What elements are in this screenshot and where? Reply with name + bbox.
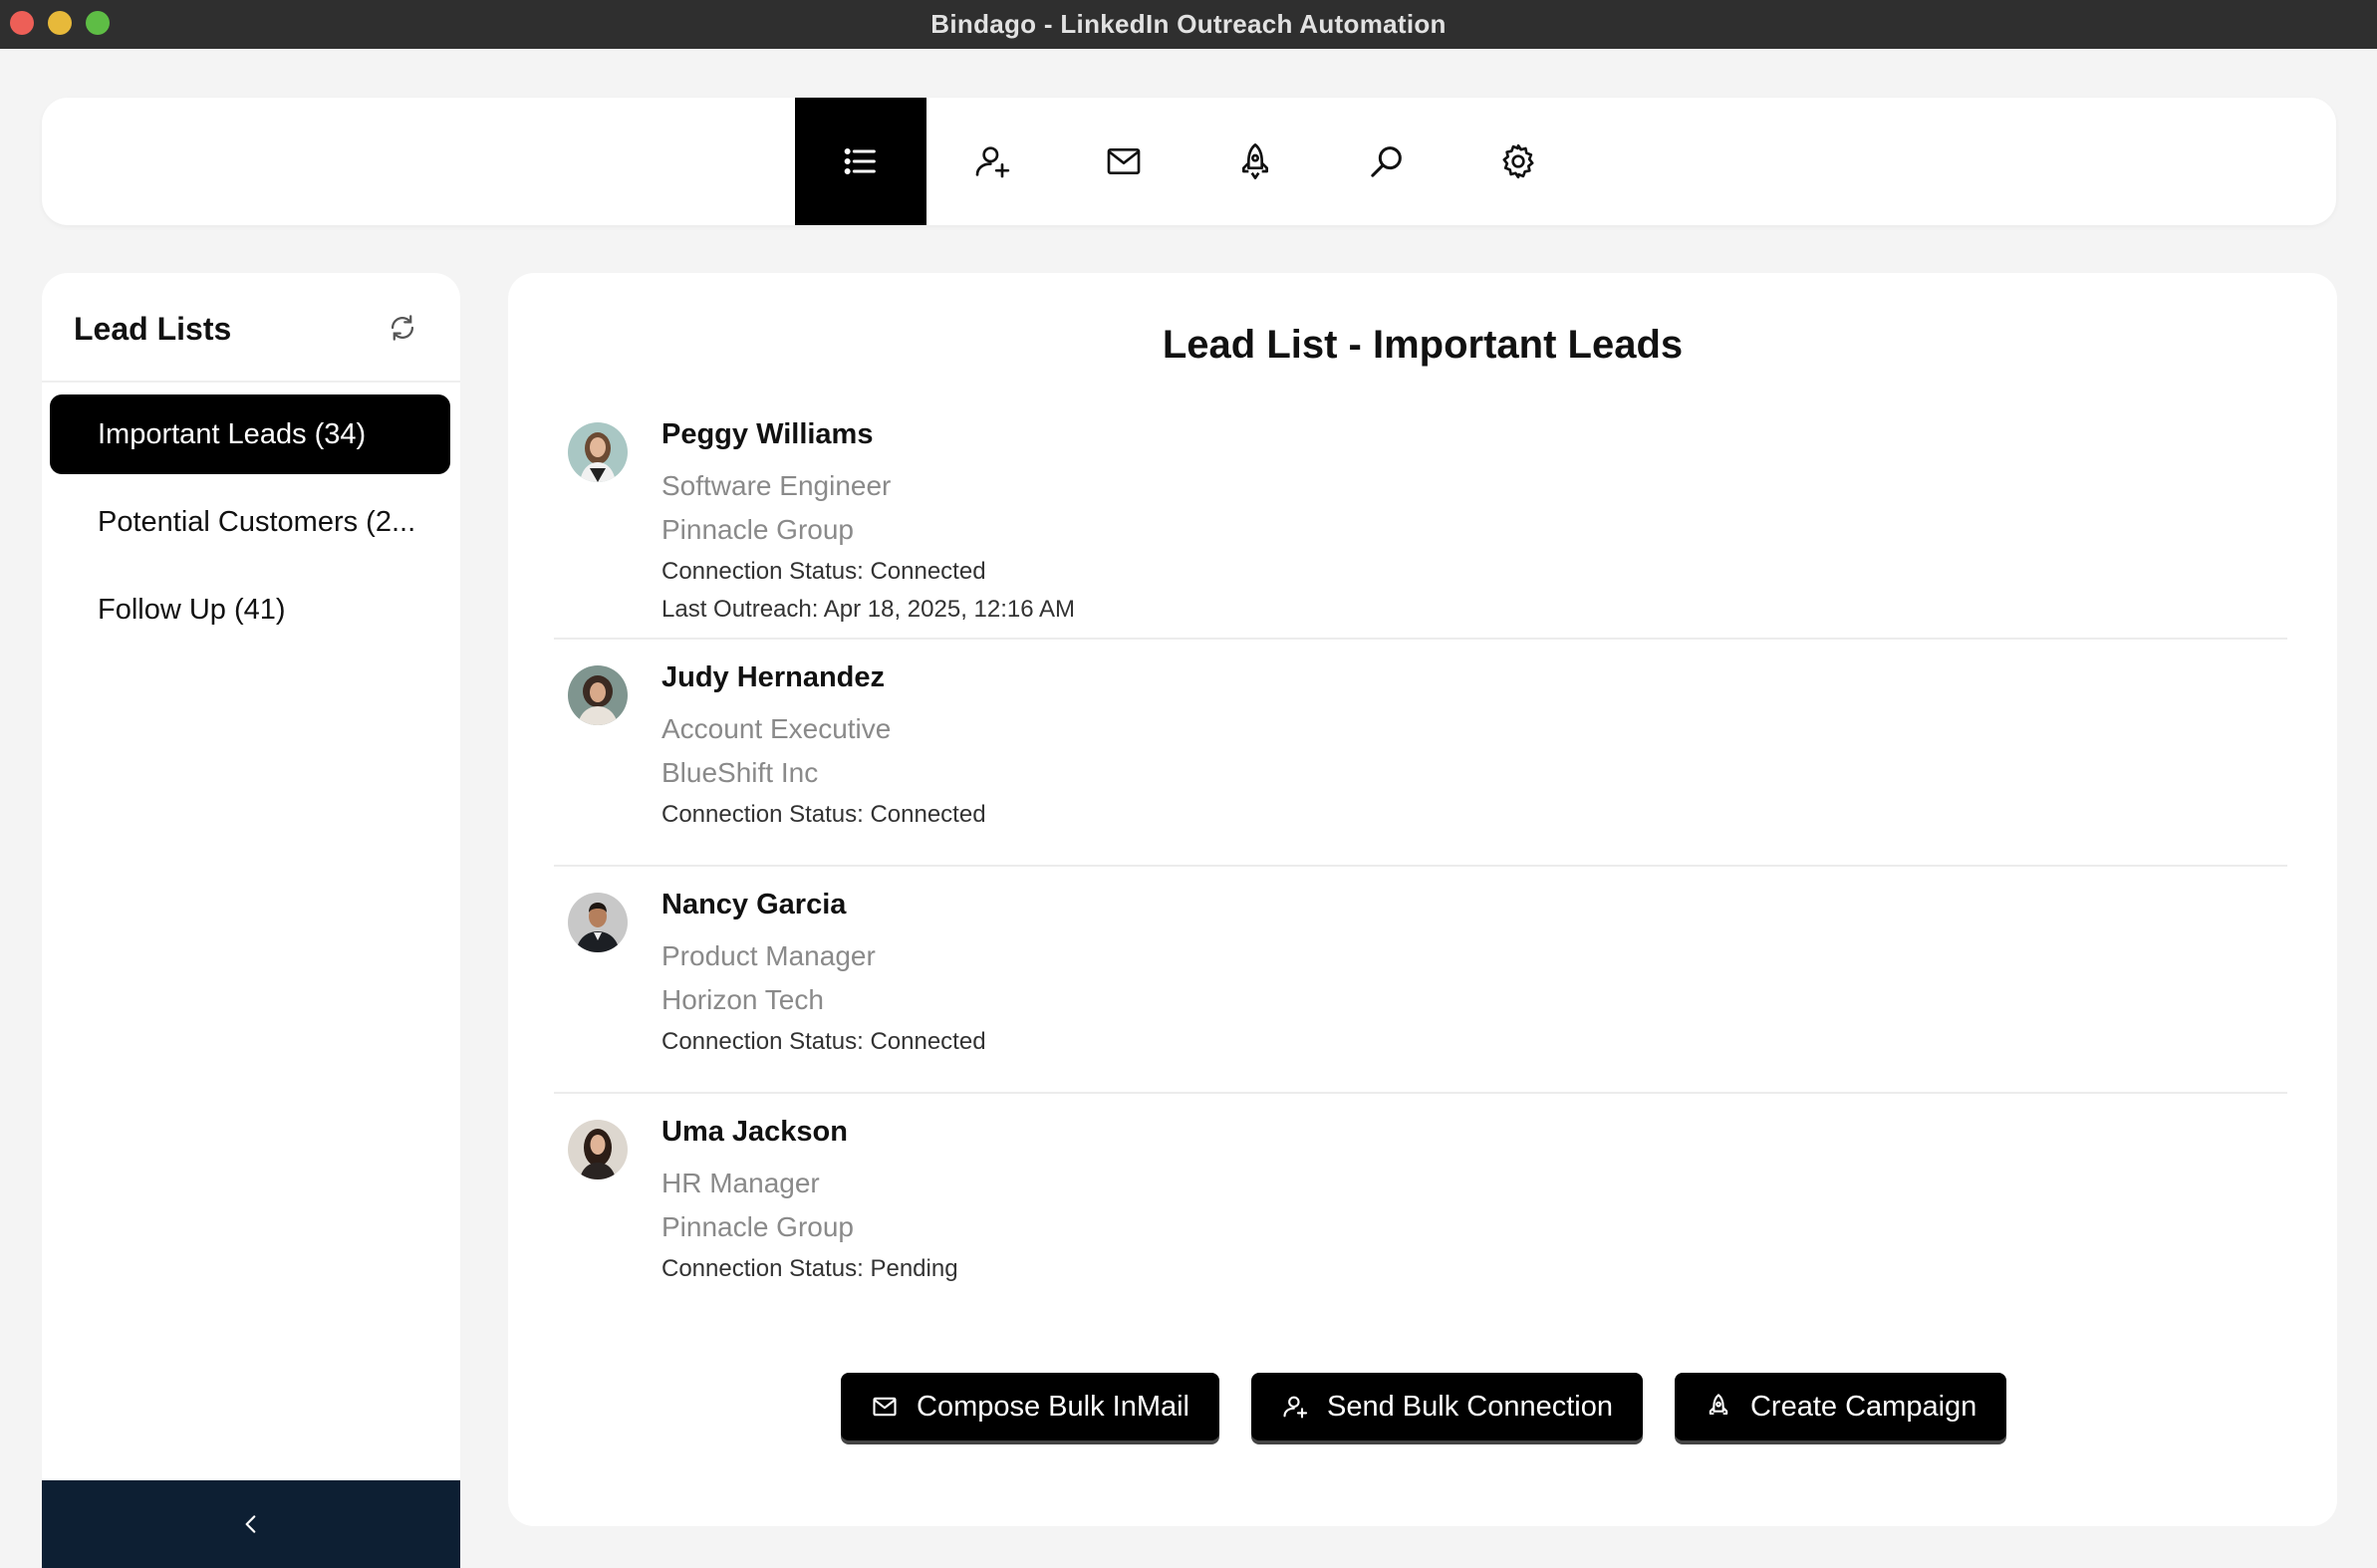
avatar [568, 893, 628, 952]
minimize-window-button[interactable] [48, 11, 72, 35]
maximize-window-button[interactable] [86, 11, 110, 35]
bulk-actions: Compose Bulk InMail Send Bulk Connection… [841, 1373, 2007, 1440]
lead-last-outreach: Last Outreach: Apr 18, 2025, 12:16 AM [661, 596, 1075, 623]
compose-bulk-inmail-button[interactable]: Compose Bulk InMail [841, 1373, 1219, 1440]
create-campaign-label: Create Campaign [1749, 1390, 1978, 1423]
chevron-left-icon [245, 1515, 256, 1533]
lead-item[interactable]: Uma Jackson HR Manager Pinnacle Group Co… [554, 1094, 2287, 1333]
sidebar-item-potential-customers[interactable]: Potential Customers (2... [50, 482, 450, 562]
add-user-icon [975, 146, 1010, 178]
mail-icon [873, 1397, 897, 1417]
top-navigation [42, 98, 2336, 225]
lead-connection-status: Connection Status: Connected [661, 558, 986, 585]
lead-company: Pinnacle Group [661, 1211, 855, 1242]
rocket-icon [1242, 143, 1268, 180]
lead-title: Software Engineer [661, 470, 892, 501]
close-window-button[interactable] [10, 11, 34, 35]
lead-connection-status: Connection Status: Pending [661, 1255, 958, 1282]
lead-title: Product Manager [661, 940, 876, 971]
sidebar-header: Lead Lists [42, 273, 460, 383]
avatar [568, 422, 628, 482]
gear-icon [1502, 143, 1534, 179]
avatar [568, 665, 628, 725]
lead-list-panel: Lead List - Important Leads Peggy Willia… [508, 273, 2337, 1526]
window-titlebar: Bindago - LinkedIn Outreach Automation [0, 0, 2377, 49]
lead-title: HR Manager [661, 1168, 820, 1198]
lead-item[interactable]: Peggy Williams Software Engineer Pinnacl… [554, 392, 2287, 640]
avatar [568, 1120, 628, 1179]
search-icon [1371, 146, 1402, 177]
lead-company: Horizon Tech [661, 984, 824, 1015]
send-bulk-connection-button[interactable]: Send Bulk Connection [1251, 1373, 1643, 1440]
nav-add-lead-button[interactable] [926, 98, 1058, 225]
lead-item[interactable]: Nancy Garcia Product Manager Horizon Tec… [554, 867, 2287, 1094]
collapse-sidebar-button[interactable] [42, 1480, 460, 1568]
refresh-icon[interactable] [386, 311, 419, 345]
send-bulk-connection-label: Send Bulk Connection [1327, 1390, 1613, 1423]
nav-search-button[interactable] [1321, 98, 1453, 225]
nav-messages-button[interactable] [1058, 98, 1189, 225]
sidebar-title: Lead Lists [74, 311, 232, 347]
compose-bulk-inmail-label: Compose Bulk InMail [917, 1390, 1189, 1423]
sidebar-item-important-leads[interactable]: Important Leads (34) [50, 394, 450, 474]
lead-name[interactable]: Peggy Williams [661, 418, 873, 451]
lead-lists-sidebar: Lead Lists Important Leads (34) Potentia… [42, 273, 460, 1568]
lead-title: Account Executive [661, 713, 892, 744]
lead-name[interactable]: Judy Hernandez [661, 661, 885, 694]
nav-campaigns-button[interactable] [1189, 98, 1321, 225]
sidebar-item-follow-up[interactable]: Follow Up (41) [50, 570, 450, 650]
lead-item[interactable]: Judy Hernandez Account Executive BlueShi… [554, 640, 2287, 867]
lead-name[interactable]: Uma Jackson [661, 1116, 848, 1149]
mail-icon [1107, 148, 1141, 174]
lead-connection-status: Connection Status: Connected [661, 1028, 986, 1055]
lead-connection-status: Connection Status: Connected [661, 801, 986, 828]
add-user-icon [1283, 1396, 1308, 1419]
window-title: Bindago - LinkedIn Outreach Automation [930, 9, 1447, 39]
lead-name[interactable]: Nancy Garcia [661, 889, 846, 921]
list-icon [844, 147, 876, 175]
lead-company: Pinnacle Group [661, 514, 855, 545]
rocket-icon [1709, 1394, 1728, 1416]
create-campaign-button[interactable]: Create Campaign [1674, 1373, 2007, 1440]
lead-company: BlueShift Inc [661, 757, 819, 788]
page-title: Lead List - Important Leads [1162, 323, 1684, 367]
nav-lead-lists-button[interactable] [795, 98, 926, 225]
nav-settings-button[interactable] [1453, 98, 1584, 225]
window-controls [10, 11, 110, 35]
